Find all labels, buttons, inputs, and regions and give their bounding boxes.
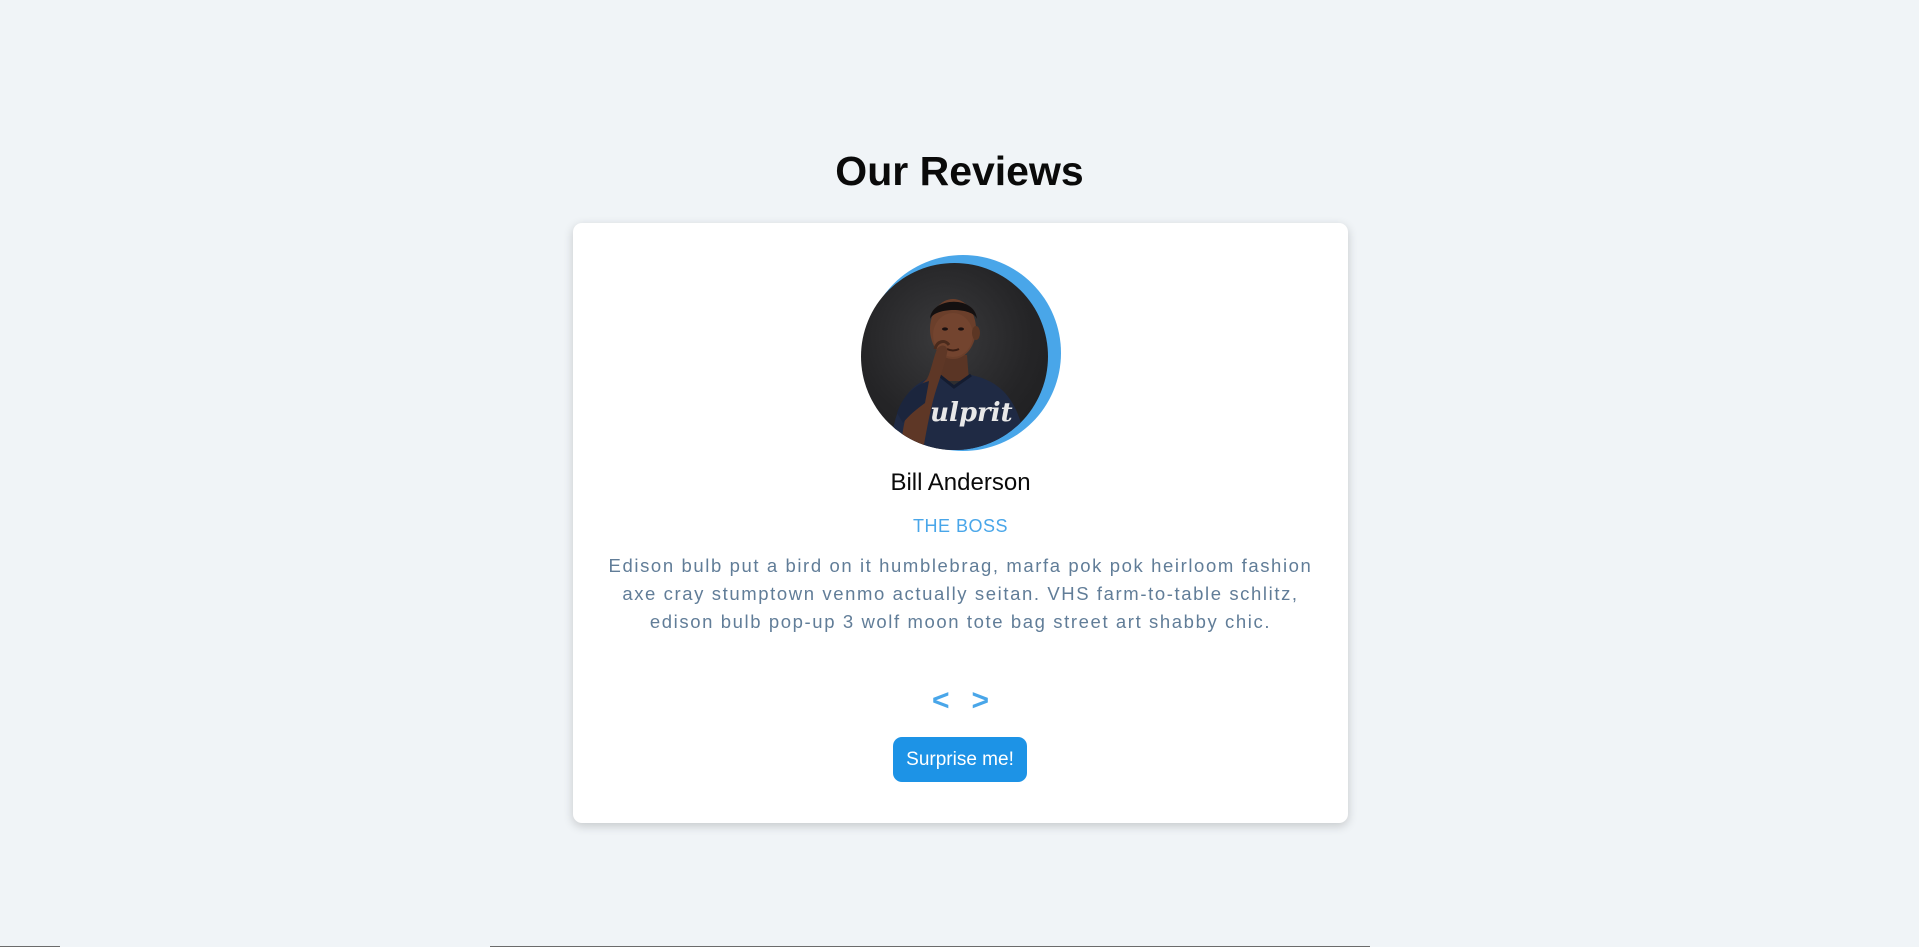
prev-button[interactable]: < [932, 686, 950, 716]
person-portrait-icon: Culprit [891, 299, 1026, 450]
person-image: Culprit [861, 263, 1048, 450]
review-text: Edison bulb put a bird on it humblebrag,… [608, 555, 1313, 632]
surprise-me-button[interactable]: Surprise me! [893, 737, 1027, 782]
author-job: THE BOSS [912, 516, 1009, 536]
page: Our Reviews Culprit Bill Anderson THE BO… [0, 0, 1919, 947]
next-button[interactable]: > [972, 686, 990, 716]
author-name: Bill Anderson [890, 469, 1031, 496]
image-container: Culprit [861, 255, 1061, 457]
nav-button-container: < > [573, 686, 1348, 716]
review-card: Culprit Bill Anderson THE BOSS Edison bu… [573, 223, 1348, 823]
page-title: Our Reviews [835, 148, 1084, 194]
